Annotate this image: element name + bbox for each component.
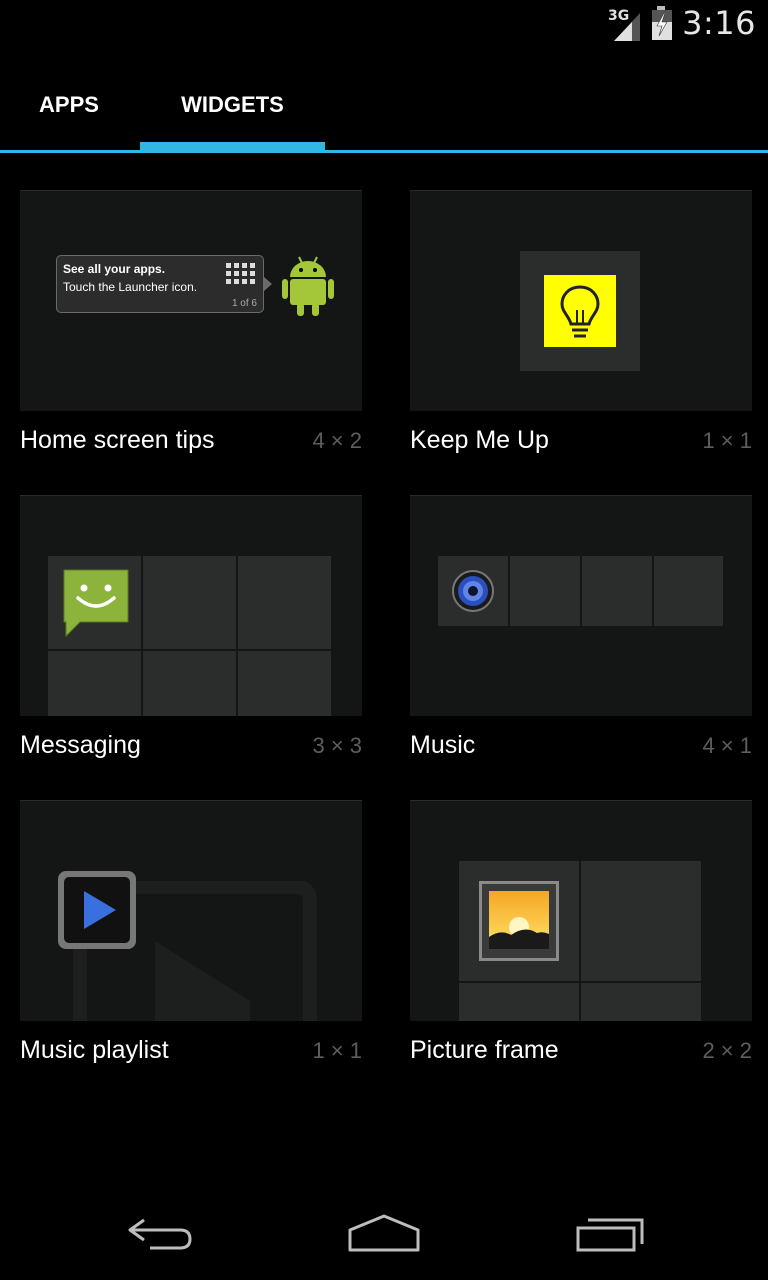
- widget-picture-frame[interactable]: Picture frame 2 × 2: [410, 800, 752, 1080]
- widget-name: Music: [410, 731, 476, 759]
- widget-preview: [410, 495, 752, 716]
- widget-preview: [20, 800, 362, 1021]
- battery-charging-icon: [652, 6, 673, 40]
- tip-bubble: See all your apps. Touch the Launcher ic…: [56, 255, 264, 313]
- tip-bubble-pointer: [264, 277, 272, 291]
- widget-preview: See all your apps. Touch the Launcher ic…: [20, 190, 362, 411]
- widget-cell: [582, 556, 652, 626]
- back-icon[interactable]: [122, 1212, 198, 1256]
- widget-cell: [143, 651, 236, 716]
- status-bar: 3G 3:16: [0, 0, 768, 50]
- home-icon[interactable]: [344, 1212, 424, 1256]
- widget-cell: [459, 983, 579, 1021]
- widget-cell: [581, 861, 701, 981]
- widget-name: Home screen tips: [20, 426, 215, 454]
- widget-messaging[interactable]: Messaging 3 × 3: [20, 495, 362, 775]
- widget-cell: [581, 983, 701, 1021]
- picture-frame-icon: [479, 881, 559, 961]
- widget-home-screen-tips[interactable]: See all your apps. Touch the Launcher ic…: [20, 190, 362, 470]
- tab-divider: [0, 150, 768, 153]
- tip-text: Touch the Launcher icon.: [63, 280, 198, 294]
- widget-music[interactable]: Music 4 × 1: [410, 495, 752, 775]
- messaging-smiley-icon: [63, 569, 129, 638]
- tip-page-indicator: 1 of 6: [231, 298, 257, 309]
- clock: 3:16: [682, 4, 756, 42]
- android-robot-icon: [282, 256, 334, 316]
- widget-cell: [143, 556, 236, 649]
- tip-title: See all your apps.: [63, 262, 166, 276]
- play-button-icon: [58, 871, 136, 949]
- widget-size: 3 × 3: [312, 733, 362, 758]
- speaker-icon: [452, 570, 494, 612]
- widget-name: Music playlist: [20, 1036, 169, 1064]
- widget-preview: [20, 495, 362, 716]
- widget-preview: [410, 800, 752, 1021]
- widget-cell: [238, 651, 331, 716]
- widget-name: Messaging: [20, 731, 141, 759]
- widget-size: 2 × 2: [702, 1038, 752, 1063]
- launcher-grid-icon: [226, 263, 255, 284]
- widget-cell: [238, 556, 331, 649]
- widget-name: Keep Me Up: [410, 426, 549, 454]
- widget-size: 1 × 1: [702, 428, 752, 453]
- widget-keep-me-up[interactable]: Keep Me Up 1 × 1: [410, 190, 752, 470]
- tab-widgets[interactable]: WIDGETS: [140, 60, 325, 150]
- svg-text:3G: 3G: [608, 8, 629, 24]
- widget-cell: [510, 556, 580, 626]
- navigation-bar: [0, 1190, 768, 1280]
- widget-cell: [48, 651, 141, 716]
- widget-music-playlist[interactable]: Music playlist 1 × 1: [20, 800, 362, 1080]
- widget-size: 4 × 1: [702, 733, 752, 758]
- widget-picker-screen: 3G 3:16 APPS WIDGETS See all your apps.: [0, 0, 768, 1280]
- tab-bar: APPS WIDGETS: [0, 60, 768, 154]
- tab-apps[interactable]: APPS: [0, 60, 138, 150]
- widget-size: 4 × 2: [312, 428, 362, 453]
- recent-apps-icon[interactable]: [572, 1214, 648, 1254]
- widget-size: 1 × 1: [312, 1038, 362, 1063]
- widget-name: Picture frame: [410, 1036, 559, 1064]
- signal-3g-icon: 3G: [608, 8, 641, 41]
- widget-preview: [410, 190, 752, 411]
- widget-cell: [654, 556, 723, 626]
- lightbulb-icon: [544, 275, 616, 347]
